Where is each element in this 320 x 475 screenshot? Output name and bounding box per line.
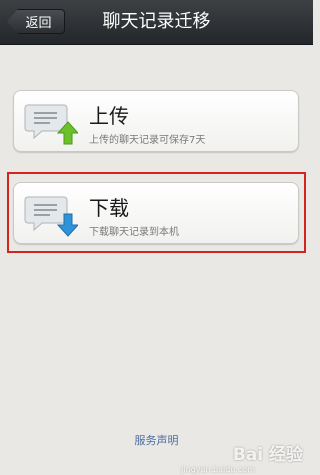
nav-bar: 返回 聊天记录迁移	[0, 0, 313, 45]
chat-upload-icon	[24, 104, 78, 145]
upload-title: 上传	[89, 104, 129, 128]
download-option[interactable]: 下载 下载聊天记录到本机	[13, 182, 299, 244]
download-subtitle: 下载聊天记录到本机	[89, 227, 179, 238]
upload-subtitle: 上传的聊天记录可保存7天	[89, 135, 206, 146]
baidu-watermark: Bai 经验	[232, 445, 303, 465]
download-title: 下载	[89, 196, 129, 220]
chat-download-icon	[24, 196, 78, 237]
upload-option[interactable]: 上传 上传的聊天记录可保存7天	[13, 90, 299, 152]
back-button[interactable]: 返回	[7, 9, 65, 34]
page-title: 聊天记录迁移	[102, 11, 211, 32]
watermark-url: jingyan.baidu.com	[181, 465, 255, 474]
